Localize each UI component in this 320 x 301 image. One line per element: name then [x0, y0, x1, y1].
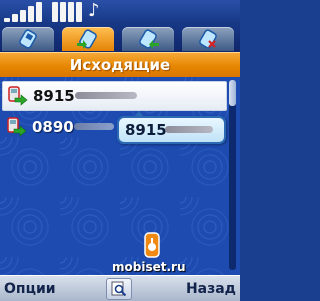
scrollbar-thumb[interactable]: [229, 80, 236, 106]
number-tooltip: 8915: [117, 111, 226, 144]
outgoing-call-icon: [7, 117, 27, 137]
list-item[interactable]: 8915: [2, 81, 227, 111]
options-button[interactable]: Опции: [4, 279, 56, 299]
softkey-bar: Опции Назад: [0, 275, 240, 301]
signal-strength-icon: [4, 2, 46, 22]
number-blur: [74, 123, 114, 130]
watermark: mobiset.ru: [112, 260, 186, 274]
call-list: 8915 0890 mobiset.ru: [0, 77, 240, 275]
outgoing-call-icon: [77, 29, 97, 49]
tab-incoming[interactable]: [122, 27, 174, 51]
number-blur: [75, 92, 137, 99]
tab-all-calls[interactable]: [2, 27, 54, 51]
scrollbar[interactable]: [229, 80, 236, 270]
outgoing-call-icon: [8, 86, 28, 106]
tab-missed[interactable]: [182, 27, 234, 51]
mobiset-logo-icon: [144, 232, 160, 258]
back-button[interactable]: Назад: [186, 279, 236, 299]
tooltip-number: 8915: [125, 121, 167, 139]
page-title: Исходящие: [69, 56, 171, 74]
tab-bar: [0, 24, 240, 52]
status-bar: ♪: [0, 0, 240, 24]
screen-header: Исходящие: [0, 52, 240, 77]
tab-outgoing[interactable]: [62, 27, 114, 51]
call-number: 0890: [32, 118, 74, 136]
all-calls-icon: [19, 29, 37, 49]
search-icon: [111, 281, 127, 297]
call-number: 8915: [33, 87, 75, 105]
number-blur: [165, 126, 213, 133]
music-note-icon: ♪: [88, 0, 100, 21]
tooltip-tail: [133, 111, 145, 118]
battery-icon: [52, 2, 86, 22]
incoming-call-icon: [139, 29, 159, 49]
missed-call-icon: [199, 29, 217, 49]
search-button[interactable]: [106, 278, 132, 300]
